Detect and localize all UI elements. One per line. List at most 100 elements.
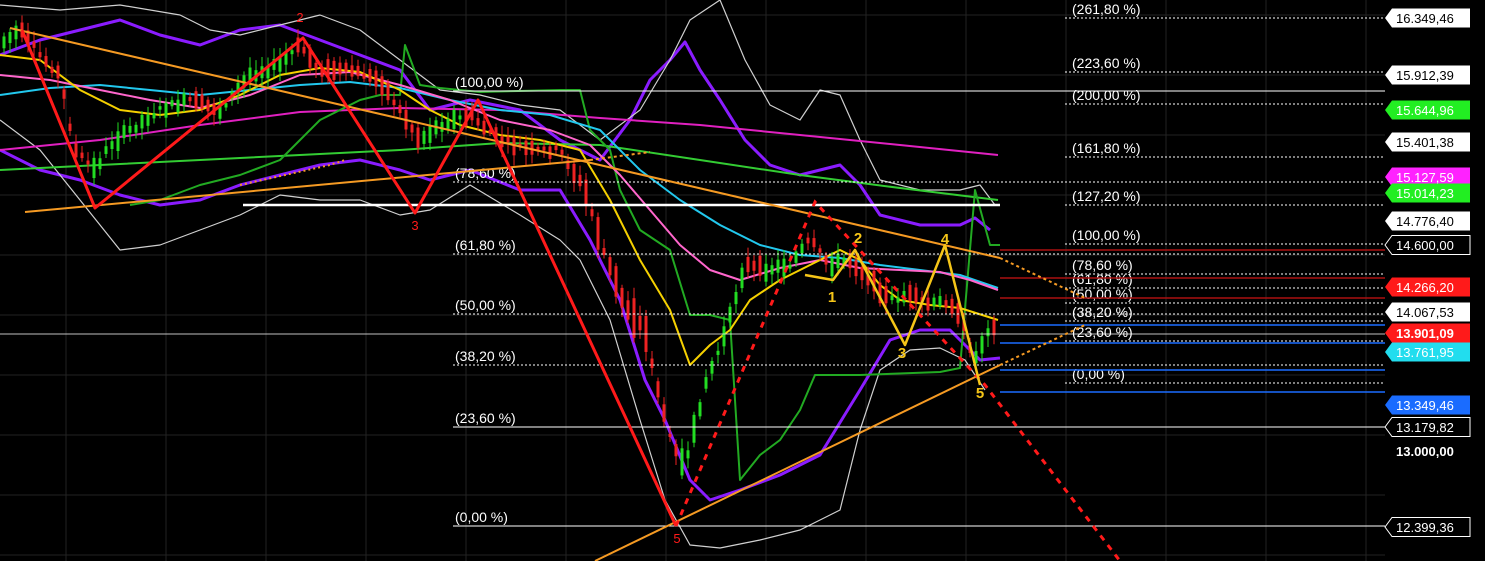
candle-body xyxy=(770,265,774,275)
candle-body xyxy=(482,120,486,135)
candle-body xyxy=(140,114,144,129)
fib-extension-label: (261,80 %) xyxy=(1072,1,1140,17)
candle-body xyxy=(224,103,228,108)
candle-body xyxy=(374,70,378,87)
candle-body xyxy=(164,102,168,118)
candle-body xyxy=(758,255,762,276)
candle-body xyxy=(926,297,930,311)
candle-body xyxy=(860,266,864,281)
candle-body xyxy=(92,157,96,179)
candle-body xyxy=(656,381,660,398)
candle-body xyxy=(62,89,66,99)
trendline-lower-right-ext xyxy=(999,324,1086,366)
candle-body xyxy=(530,140,534,155)
candle-body xyxy=(350,65,354,77)
candle-body xyxy=(290,50,294,55)
candle-body xyxy=(44,56,48,67)
candle-body xyxy=(542,146,546,151)
candle-body xyxy=(428,125,432,143)
wave-label-minor: 1 xyxy=(828,289,836,306)
candle-body xyxy=(782,258,786,277)
candle-body xyxy=(764,263,768,282)
fib-extension-label: (100,00 %) xyxy=(1072,227,1140,243)
candle-body xyxy=(68,123,72,131)
price-tag-label: 13.901,09 xyxy=(1396,326,1454,341)
candle-body xyxy=(50,66,54,73)
candle-body xyxy=(356,65,360,77)
price-tag-label: 15.014,23 xyxy=(1396,186,1454,201)
trendline-upper xyxy=(9,27,1001,259)
candle-body xyxy=(122,125,126,139)
wave-label-minor: 4 xyxy=(941,231,950,248)
price-tag-label: 13.761,95 xyxy=(1396,345,1454,360)
candle-body xyxy=(422,130,426,144)
price-tag-label: 14.600,00 xyxy=(1396,238,1454,253)
fib-level-label: (50,00 %) xyxy=(455,297,516,313)
candle-body xyxy=(686,450,690,459)
price-axis: 16.349,46 15.912,39 15.644,96 15.401,38 15.1… xyxy=(1384,0,1485,561)
candle-body xyxy=(386,82,390,101)
candle-body xyxy=(896,297,900,303)
candle-body xyxy=(632,298,636,338)
candle-body xyxy=(788,264,792,269)
candle-body xyxy=(950,298,954,314)
fib-extension-label: (23,60 %) xyxy=(1072,324,1133,340)
candle-body xyxy=(410,124,414,133)
candle-body xyxy=(440,121,444,132)
candle-body xyxy=(314,62,318,70)
price-tag-label: 15.401,38 xyxy=(1396,135,1454,150)
candle-body xyxy=(944,300,948,308)
candle-body xyxy=(728,306,732,323)
elliott-wave-projection xyxy=(674,199,1122,561)
candle-body xyxy=(740,267,744,289)
price-chart[interactable]: (100,00 %)(78,60 %)(61,80 %)(50,00 %)(38… xyxy=(0,0,1485,561)
candle-body xyxy=(704,377,708,389)
candle-body xyxy=(932,297,936,306)
candle-body xyxy=(746,256,750,273)
candle-body xyxy=(476,118,480,126)
candle-body xyxy=(584,179,588,207)
candle-body xyxy=(392,99,396,106)
candle-body xyxy=(14,25,18,40)
candle-body xyxy=(722,326,726,347)
candle-body xyxy=(86,160,90,165)
candle-body xyxy=(134,124,138,133)
candle-body xyxy=(8,32,12,44)
fib-extension-label: (0,00 %) xyxy=(1072,366,1125,382)
fib-extension-label: (50,00 %) xyxy=(1072,286,1133,302)
candle-body xyxy=(452,109,456,129)
price-tag-label: 14.266,20 xyxy=(1396,280,1454,295)
fib-extension-label: (161,80 %) xyxy=(1072,140,1140,156)
candle-body xyxy=(830,258,834,277)
wave-label-minor: 5 xyxy=(976,385,984,402)
fib-level-label: (61,80 %) xyxy=(455,237,516,253)
wave-label-minor: 2 xyxy=(854,230,862,247)
candle-body xyxy=(914,287,918,303)
fib-level-label: (100,00 %) xyxy=(455,74,523,90)
candle-body xyxy=(146,114,150,126)
candle-body xyxy=(80,152,84,159)
wave-label-main: 5 xyxy=(673,531,680,546)
price-tag-label: 15.912,39 xyxy=(1396,68,1454,83)
candle-body xyxy=(416,127,420,148)
candle-body xyxy=(128,125,132,133)
candle-body xyxy=(332,60,336,80)
candle-body xyxy=(674,444,678,457)
candle-body xyxy=(752,260,756,271)
candle-body xyxy=(890,295,894,301)
candle-body xyxy=(578,174,582,187)
candle-body xyxy=(854,260,858,277)
candle-body xyxy=(398,105,402,114)
candle-body xyxy=(98,158,102,170)
candle-body xyxy=(188,97,192,102)
candle-body xyxy=(776,259,780,273)
fib-level-label: (0,00 %) xyxy=(455,509,508,525)
candle-body xyxy=(194,91,198,109)
candle-body xyxy=(800,243,804,254)
fib-extension-label: (223,60 %) xyxy=(1072,55,1140,71)
candle-body xyxy=(116,131,120,152)
candle-body xyxy=(152,113,156,119)
candle-body xyxy=(908,284,912,302)
price-tag-label: 13.179,82 xyxy=(1396,420,1454,435)
candle-body xyxy=(716,350,720,355)
